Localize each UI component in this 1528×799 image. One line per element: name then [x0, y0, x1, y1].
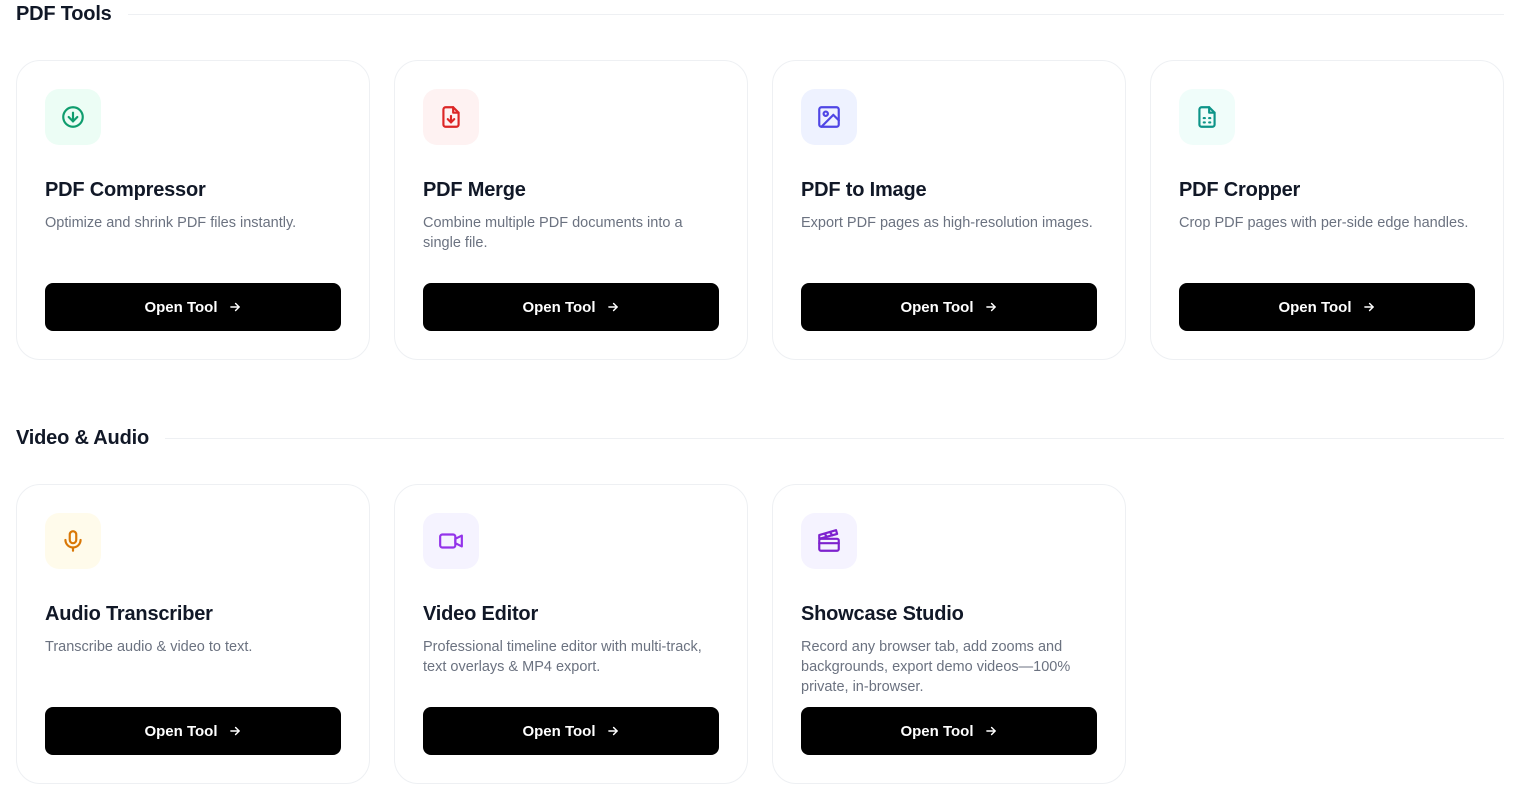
divider: [127, 13, 1504, 15]
file-text-icon: [1179, 89, 1235, 145]
card-title: PDF Cropper: [1179, 179, 1301, 201]
tool-card-pdf-merge: PDF Merge Combine multiple PDF documents…: [394, 60, 748, 360]
open-tool-button[interactable]: Open Tool: [801, 283, 1097, 331]
tool-card-pdf-to-image: PDF to Image Export PDF pages as high-re…: [772, 60, 1126, 360]
download-circle-icon: [45, 89, 101, 145]
section-header: Video & Audio: [16, 425, 1504, 451]
card-title: Showcase Studio: [801, 603, 964, 625]
card-title: PDF Compressor: [45, 179, 206, 201]
card-description: Optimize and shrink PDF files instantly.: [45, 215, 297, 231]
tool-card-audio-transcriber: Audio Transcriber Transcribe audio & vid…: [16, 484, 370, 784]
tool-card-video-editor: Video Editor Professional timeline edito…: [394, 484, 748, 784]
video-camera-icon: [423, 513, 479, 569]
section-title: Video & Audio: [16, 426, 149, 449]
file-download-icon: [423, 89, 479, 145]
card-title: Audio Transcriber: [45, 603, 213, 625]
open-tool-button[interactable]: Open Tool: [45, 283, 341, 331]
button-label: Open Tool: [900, 722, 974, 740]
image-icon: [801, 89, 857, 145]
tool-card-pdf-cropper: PDF Cropper Crop PDF pages with per-side…: [1150, 60, 1504, 360]
arrow-right-icon: [985, 302, 996, 312]
open-tool-button[interactable]: Open Tool: [801, 707, 1097, 755]
card-description: Professional timeline editor with multi-…: [423, 639, 702, 675]
card-description: Combine multiple PDF documents into a si…: [423, 215, 683, 251]
button-label: Open Tool: [1278, 298, 1352, 316]
microphone-icon: [45, 513, 101, 569]
arrow-right-icon: [229, 302, 240, 312]
divider: [164, 437, 1504, 439]
section-header: PDF Tools: [16, 1, 1504, 27]
arrow-right-icon: [985, 726, 996, 736]
section-pdf-tools: PDF Tools PDF Compressor Optimize and sh…: [16, 1, 1504, 360]
button-label: Open Tool: [522, 722, 596, 740]
button-label: Open Tool: [522, 298, 596, 316]
open-tool-button[interactable]: Open Tool: [45, 707, 341, 755]
tool-card-showcase-studio: Showcase Studio Record any browser tab, …: [772, 484, 1126, 784]
open-tool-button[interactable]: Open Tool: [423, 707, 719, 755]
arrow-right-icon: [229, 726, 240, 736]
button-label: Open Tool: [900, 298, 974, 316]
section-video-audio: Video & Audio Audio Transcriber Transcri…: [16, 425, 1504, 784]
button-label: Open Tool: [144, 298, 218, 316]
open-tool-button[interactable]: Open Tool: [1179, 283, 1475, 331]
card-description: Transcribe audio & video to text.: [45, 639, 253, 655]
arrow-right-icon: [1363, 302, 1374, 312]
clapperboard-icon: [801, 513, 857, 569]
arrow-right-icon: [607, 302, 618, 312]
card-description: Record any browser tab, add zooms and ba…: [801, 639, 1071, 695]
open-tool-button[interactable]: Open Tool: [423, 283, 719, 331]
card-description: Export PDF pages as high-resolution imag…: [801, 215, 1093, 231]
tool-card-pdf-compressor: PDF Compressor Optimize and shrink PDF f…: [16, 60, 370, 360]
arrow-right-icon: [607, 726, 618, 736]
card-title: PDF to Image: [801, 179, 927, 201]
card-title: Video Editor: [423, 603, 539, 625]
button-label: Open Tool: [144, 722, 218, 740]
card-description: Crop PDF pages with per-side edge handle…: [1179, 215, 1469, 231]
section-title: PDF Tools: [16, 2, 112, 25]
card-title: PDF Merge: [423, 179, 526, 201]
